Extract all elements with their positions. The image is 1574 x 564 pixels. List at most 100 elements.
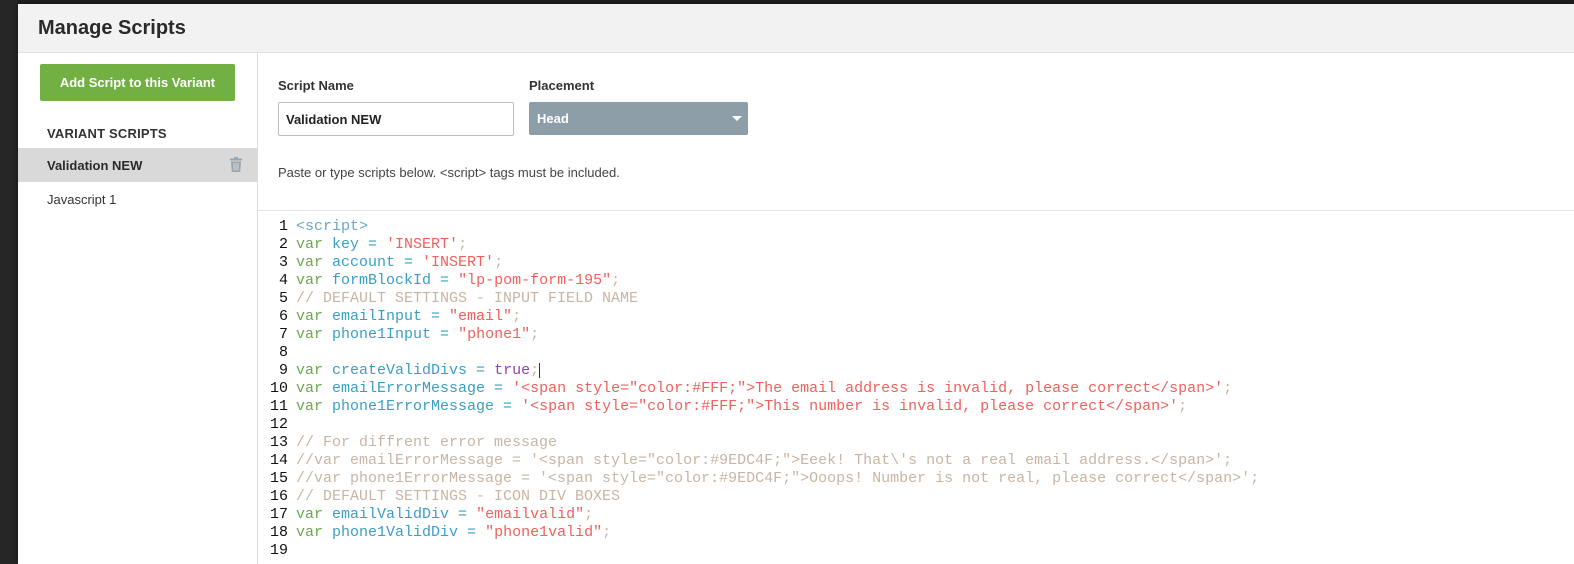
code-token: '<span style="color:#FFF;">This number i… bbox=[521, 398, 1179, 415]
script-name-label: Script Name bbox=[278, 78, 354, 93]
code-token: account bbox=[332, 254, 396, 271]
line-number: 18 bbox=[269, 524, 288, 541]
placement-selected-value: Head bbox=[537, 111, 569, 126]
chevron-down-icon bbox=[732, 116, 742, 121]
code-token: ; bbox=[1178, 398, 1188, 415]
line-number: 2 bbox=[278, 236, 288, 253]
code-token: //var phone1ErrorMessage = '<span style=… bbox=[296, 470, 1260, 487]
code-line: 13 // For diffrent error message bbox=[258, 434, 557, 452]
code-token: = bbox=[458, 524, 486, 541]
code-token: = bbox=[467, 362, 495, 379]
add-script-button[interactable]: Add Script to this Variant bbox=[40, 64, 235, 101]
variant-scripts-heading: VARIANT SCRIPTS bbox=[47, 126, 167, 141]
code-token: = bbox=[449, 506, 477, 523]
code-token: emailInput bbox=[332, 308, 423, 325]
code-token: var bbox=[296, 362, 333, 379]
code-line: 19 bbox=[258, 542, 296, 560]
code-token: = bbox=[431, 326, 459, 343]
line-number: 8 bbox=[278, 344, 288, 361]
code-token: // For diffrent error message bbox=[296, 434, 558, 451]
line-number: 11 bbox=[269, 398, 288, 415]
code-token: ; bbox=[530, 362, 540, 379]
code-token: key bbox=[332, 236, 360, 253]
code-token: ; bbox=[602, 524, 612, 541]
text-cursor bbox=[539, 362, 541, 378]
line-number: 9 bbox=[278, 362, 288, 379]
code-token: var bbox=[296, 254, 333, 271]
line-number: 19 bbox=[269, 542, 288, 559]
line-number: 15 bbox=[269, 470, 288, 487]
code-line: 6 var emailInput = "email"; bbox=[258, 308, 521, 326]
code-token: phone1Input bbox=[332, 326, 432, 343]
code-line: 4 var formBlockId = "lp-pom-form-195"; bbox=[258, 272, 620, 290]
code-token: ; bbox=[530, 326, 540, 343]
line-number: 5 bbox=[278, 290, 288, 307]
code-token: var bbox=[296, 524, 333, 541]
line-number: 3 bbox=[278, 254, 288, 271]
code-token: '<span style="color:#FFF;">The email add… bbox=[512, 380, 1224, 397]
code-line: 7 var phone1Input = "phone1"; bbox=[258, 326, 539, 344]
modal-title: Manage Scripts bbox=[38, 16, 186, 39]
code-token: = bbox=[422, 308, 450, 325]
code-token: "phone1valid" bbox=[485, 524, 603, 541]
scripts-sidebar: Add Script to this Variant VARIANT SCRIP… bbox=[18, 53, 258, 564]
line-number: 10 bbox=[269, 380, 288, 397]
line-number: 13 bbox=[269, 434, 288, 451]
code-token: createValidDivs bbox=[332, 362, 468, 379]
code-token: phone1ValidDiv bbox=[332, 524, 459, 541]
code-token: ; bbox=[458, 236, 468, 253]
code-line: 2 var key = 'INSERT'; bbox=[258, 236, 467, 254]
line-number: 16 bbox=[269, 488, 288, 505]
code-token: = bbox=[485, 380, 513, 397]
code-line: 14 //var emailErrorMessage = '<span style… bbox=[258, 452, 1232, 470]
sidebar-item-label: Javascript 1 bbox=[47, 191, 117, 207]
code-token: <script> bbox=[296, 218, 369, 235]
line-number: 12 bbox=[269, 416, 288, 433]
code-token: formBlockId bbox=[332, 272, 432, 289]
code-line: 3 var account = 'INSERT'; bbox=[258, 254, 503, 272]
code-token: = bbox=[359, 236, 387, 253]
backdrop-left-strip bbox=[0, 0, 18, 564]
code-token: 'INSERT' bbox=[422, 254, 495, 271]
code-token: "lp-pom-form-195" bbox=[458, 272, 612, 289]
code-token: //var emailErrorMessage = '<span style="… bbox=[296, 452, 1233, 469]
code-line: 11 var phone1ErrorMessage = '<span style=… bbox=[258, 398, 1187, 416]
code-token: var bbox=[296, 380, 333, 397]
code-token: var bbox=[296, 308, 333, 325]
code-token: ; bbox=[512, 308, 522, 325]
code-token: var bbox=[296, 272, 333, 289]
code-line: 15 //var phone1ErrorMessage = '<span styl… bbox=[258, 470, 1259, 488]
code-line: 1 <script> bbox=[258, 218, 368, 236]
code-token: ; bbox=[1223, 380, 1233, 397]
script-name-input[interactable] bbox=[278, 102, 514, 136]
code-token: var bbox=[296, 506, 333, 523]
code-token: emailValidDiv bbox=[332, 506, 450, 523]
manage-scripts-modal: Manage Scripts Add Script to this Varian… bbox=[18, 4, 1574, 564]
code-token: = bbox=[431, 272, 459, 289]
code-token: var bbox=[296, 398, 333, 415]
code-token: // DEFAULT SETTINGS - INPUT FIELD NAME bbox=[296, 290, 639, 307]
line-number: 14 bbox=[269, 452, 288, 469]
code-token: "email" bbox=[449, 308, 513, 325]
code-line: 17 var emailValidDiv = "emailvalid"; bbox=[258, 506, 593, 524]
placement-select[interactable]: Head bbox=[529, 102, 748, 135]
code-line: 10 var emailErrorMessage = '<span style="… bbox=[258, 380, 1232, 398]
trash-icon[interactable] bbox=[229, 157, 243, 173]
code-token: ; bbox=[584, 506, 594, 523]
code-token: 'INSERT' bbox=[386, 236, 459, 253]
code-token: // DEFAULT SETTINGS - ICON DIV BOXES bbox=[296, 488, 621, 505]
code-line: 12 bbox=[258, 416, 296, 434]
code-token: var bbox=[296, 326, 333, 343]
modal-header: Manage Scripts bbox=[18, 4, 1574, 53]
code-token: "emailvalid" bbox=[476, 506, 585, 523]
sidebar-item-javascript-1[interactable]: Javascript 1 bbox=[18, 182, 257, 216]
code-editor[interactable]: 1 <script> 2 var key = 'INSERT'; 3 var accoun… bbox=[258, 210, 1574, 564]
code-token: = bbox=[395, 254, 423, 271]
line-number: 6 bbox=[278, 308, 288, 325]
sidebar-item-validation-new[interactable]: Validation NEW bbox=[18, 148, 257, 182]
script-hint-text: Paste or type scripts below. <script> ta… bbox=[278, 165, 620, 180]
code-line: 18 var phone1ValidDiv = "phone1valid"; bbox=[258, 524, 611, 542]
code-token: "phone1" bbox=[458, 326, 531, 343]
code-token: = bbox=[494, 398, 522, 415]
code-line: 9 var createValidDivs = true; bbox=[258, 362, 541, 380]
